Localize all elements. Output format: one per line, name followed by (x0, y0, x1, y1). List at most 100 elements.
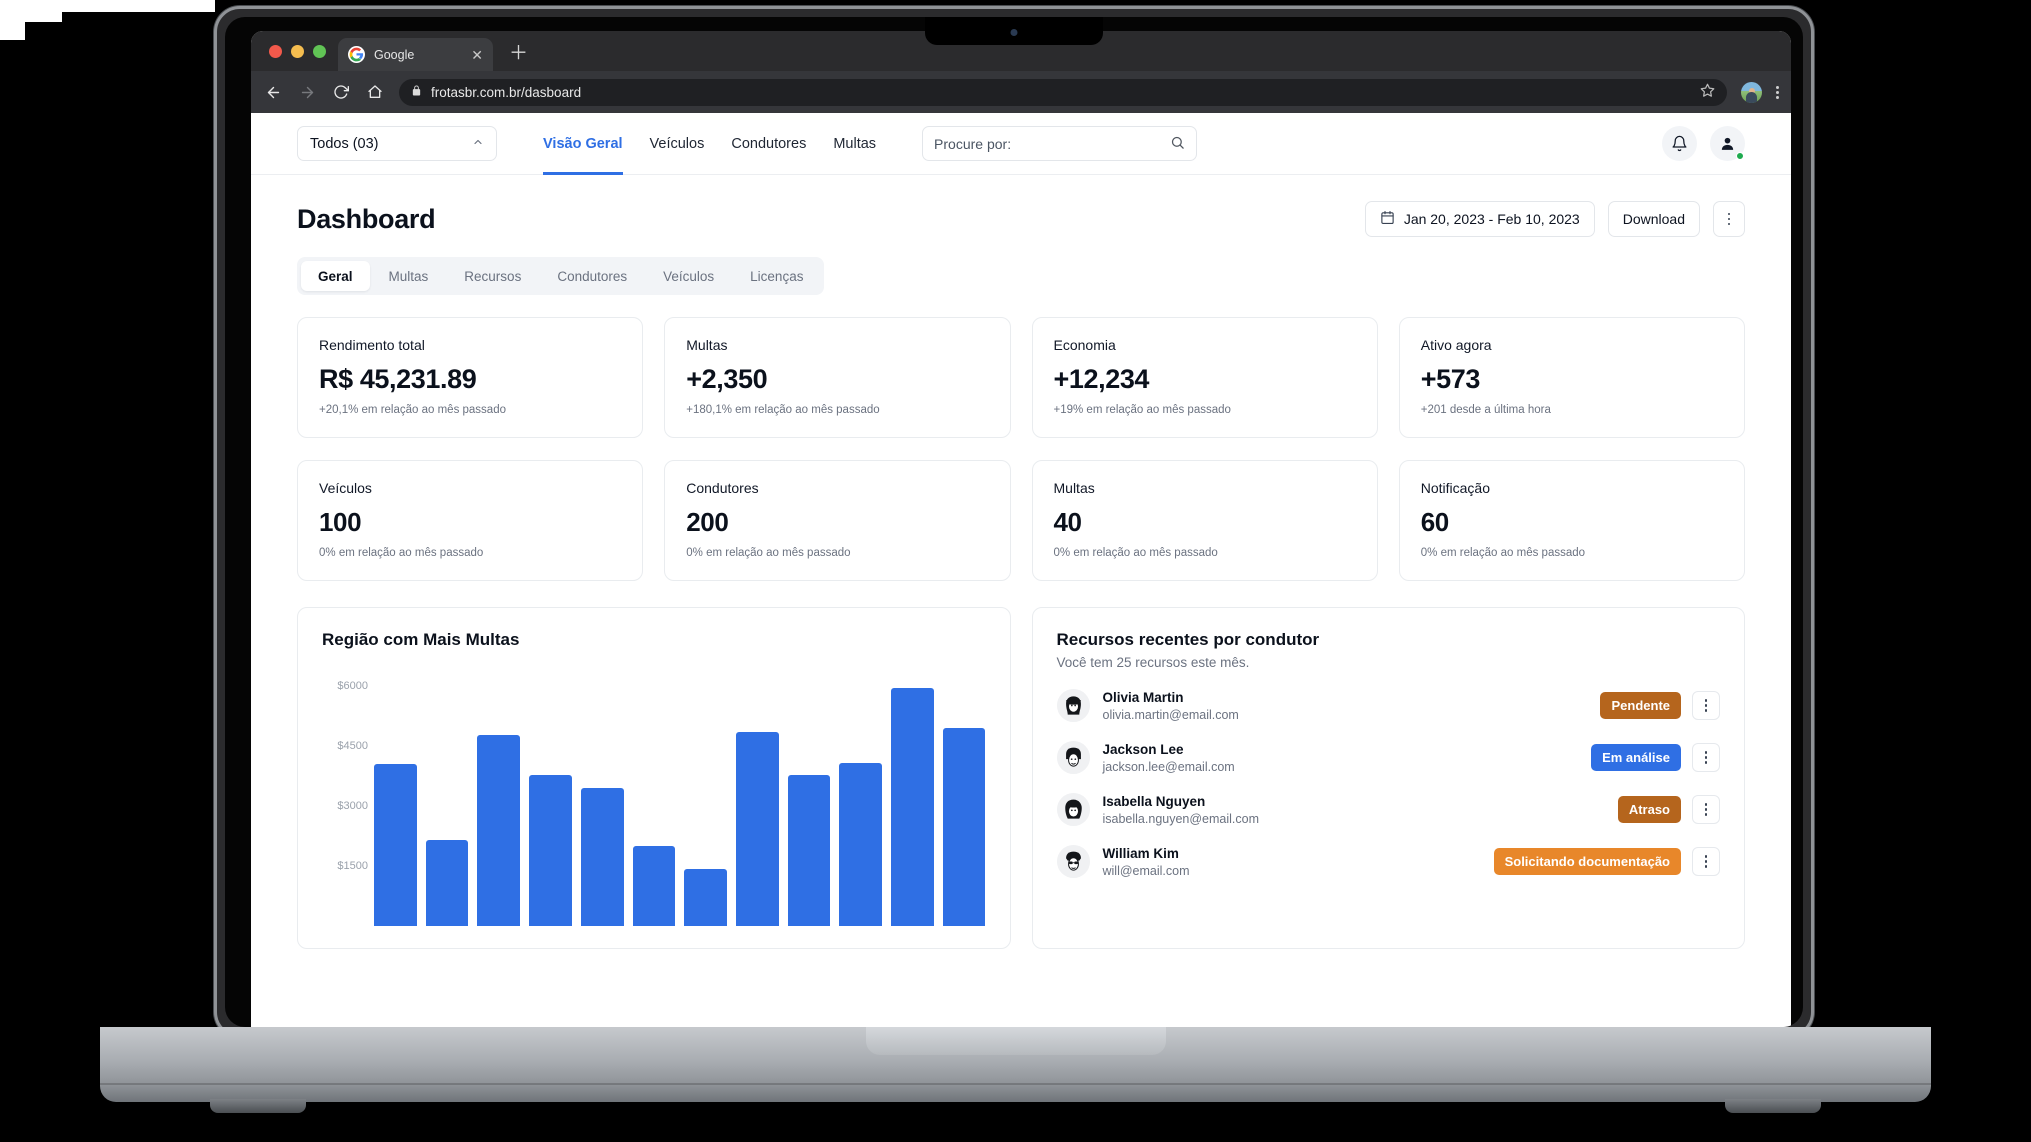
y-axis-tick: $4500 (337, 740, 368, 752)
star-icon[interactable] (1700, 83, 1715, 101)
stat-card: Economia +12,234 +19% em relação ao mês … (1032, 317, 1378, 438)
kebab-menu-icon[interactable] (1776, 86, 1779, 99)
recursos-row-email: isabella.nguyen@email.com (1103, 812, 1260, 826)
app-topnav: Todos (03) Visão Geral Veículos Condutor… (251, 113, 1791, 175)
stat-card-sub: +20,1% em relação ao mês passado (319, 404, 621, 416)
online-status-dot (1736, 152, 1744, 160)
recursos-row-meta: Isabella Nguyenisabella.nguyen@email.com (1103, 794, 1260, 826)
nav-item-visao-geral[interactable]: Visão Geral (543, 113, 623, 175)
browser-toolbar: frotasbr.com.br/dasboard (251, 71, 1791, 113)
lower-panels: Região com Mais Multas $6000$4500$3000$1… (297, 607, 1745, 949)
search-icon[interactable] (1170, 135, 1185, 153)
stat-card-value: +12,234 (1054, 364, 1356, 395)
laptop-foot-right (1725, 1099, 1821, 1113)
nav-item-condutores[interactable]: Condutores (731, 113, 806, 175)
recursos-row-menu-button[interactable] (1692, 743, 1720, 772)
recursos-list: Olivia Martinolivia.martin@email.comPend… (1057, 689, 1721, 878)
recursos-row: William Kimwill@email.comSolicitando doc… (1057, 845, 1721, 878)
recursos-row-menu-button[interactable] (1692, 691, 1720, 720)
stat-card-label: Condutores (686, 480, 988, 496)
chart-bar (788, 775, 831, 926)
reload-icon[interactable] (331, 82, 351, 102)
kebab-menu-icon (1705, 751, 1708, 764)
kebab-menu-icon (1728, 213, 1731, 226)
calendar-icon (1380, 210, 1395, 228)
recursos-row-menu-button[interactable] (1692, 795, 1720, 824)
user-icon (1719, 135, 1736, 152)
chart-bar (374, 764, 417, 926)
tab-geral[interactable]: Geral (301, 261, 370, 291)
recursos-subtitle: Você tem 25 recursos este mês. (1057, 655, 1721, 670)
profile-avatar[interactable] (1741, 82, 1762, 103)
user-menu-button[interactable] (1710, 126, 1745, 161)
search-input[interactable] (934, 136, 1162, 152)
stat-card-label: Rendimento total (319, 337, 621, 353)
google-favicon-icon (348, 46, 365, 63)
stat-card-value: 60 (1421, 507, 1723, 538)
close-icon[interactable]: ✕ (471, 48, 483, 62)
recursos-row: Isabella Nguyenisabella.nguyen@email.com… (1057, 793, 1721, 826)
browser-tab[interactable]: Google ✕ (338, 38, 493, 71)
kebab-menu-icon (1705, 855, 1708, 868)
primary-nav: Visão Geral Veículos Condutores Multas (543, 113, 876, 175)
camera-notch (925, 17, 1103, 45)
dashboard-content: Dashboard Jan 20, 2023 - Feb 10, 2023 D (251, 175, 1791, 949)
stat-card-value: 200 (686, 507, 988, 538)
stat-card-label: Economia (1054, 337, 1356, 353)
tab-licencas[interactable]: Licenças (733, 261, 820, 291)
stat-card: Multas +2,350 +180,1% em relação ao mês … (664, 317, 1010, 438)
tab-multas[interactable]: Multas (372, 261, 446, 291)
page-header-actions: Jan 20, 2023 - Feb 10, 2023 Download (1365, 201, 1745, 237)
bell-icon (1671, 135, 1688, 152)
back-arrow-icon[interactable] (263, 82, 283, 102)
stat-card-label: Ativo agora (1421, 337, 1723, 353)
chart-bar (891, 688, 934, 926)
chart-plot-area (374, 666, 986, 926)
address-bar[interactable]: frotasbr.com.br/dasboard (399, 79, 1727, 106)
y-axis-labels: $6000$4500$3000$1500 (322, 666, 368, 926)
stat-card-sub: +19% em relação ao mês passado (1054, 404, 1356, 416)
stat-card-value: +573 (1421, 364, 1723, 395)
laptop-base-line (100, 1083, 1931, 1085)
stat-card-value: R$ 45,231.89 (319, 364, 621, 395)
recursos-row-name: Jackson Lee (1103, 742, 1235, 757)
stat-card-label: Multas (1054, 480, 1356, 496)
home-icon[interactable] (365, 82, 385, 102)
maximize-window-button[interactable] (313, 45, 326, 58)
tab-recursos[interactable]: Recursos (447, 261, 538, 291)
stat-cards-row-1: Rendimento total R$ 45,231.89 +20,1% em … (297, 317, 1745, 438)
notifications-button[interactable] (1662, 126, 1697, 161)
tab-condutores[interactable]: Condutores (540, 261, 644, 291)
forward-arrow-icon[interactable] (297, 82, 317, 102)
avatar (1057, 741, 1090, 774)
minimize-window-button[interactable] (291, 45, 304, 58)
url-text: frotasbr.com.br/dasboard (431, 85, 581, 100)
close-window-button[interactable] (269, 45, 282, 58)
nav-item-veiculos[interactable]: Veículos (650, 113, 705, 175)
search-box[interactable] (922, 126, 1197, 161)
laptop-screen-bezel: Google ✕ ＋ (225, 17, 1803, 1027)
y-axis-tick: $3000 (337, 800, 368, 812)
laptop-base (100, 1027, 1931, 1102)
plus-icon[interactable]: ＋ (509, 38, 528, 65)
recursos-row-meta: Jackson Leejackson.lee@email.com (1103, 742, 1235, 774)
chart-bar (839, 763, 882, 926)
chevron-up-icon (472, 136, 484, 151)
page-more-button[interactable] (1713, 201, 1745, 237)
chart-bar (581, 788, 624, 926)
date-range-picker[interactable]: Jan 20, 2023 - Feb 10, 2023 (1365, 201, 1595, 237)
recursos-row-menu-button[interactable] (1692, 847, 1720, 876)
screenshot-stage: Google ✕ ＋ (0, 0, 2031, 1142)
download-button[interactable]: Download (1608, 201, 1700, 237)
nav-item-multas[interactable]: Multas (833, 113, 876, 175)
stat-card-sub: 0% em relação ao mês passado (1421, 547, 1723, 559)
tab-veiculos[interactable]: Veículos (646, 261, 731, 291)
kebab-menu-icon (1705, 803, 1708, 816)
chart-title: Região com Mais Multas (322, 630, 986, 650)
scope-selector[interactable]: Todos (03) (297, 126, 497, 161)
laptop-foot-left (210, 1099, 306, 1113)
stat-card-value: 100 (319, 507, 621, 538)
chart-bar (477, 735, 520, 926)
stat-card: Notificação 60 0% em relação ao mês pass… (1399, 460, 1745, 581)
window-controls[interactable] (263, 31, 338, 71)
